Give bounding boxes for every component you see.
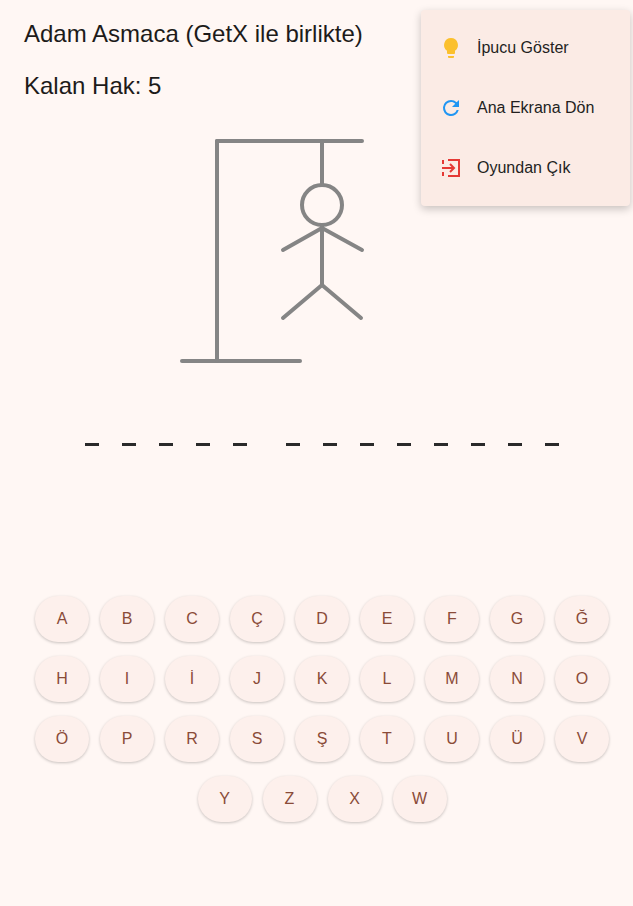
letter-key[interactable]: Y [198,776,252,822]
letter-key[interactable]: V [555,716,609,762]
letter-key[interactable]: S [230,716,284,762]
gallows-beam [217,139,362,143]
letter-key[interactable]: Ü [490,716,544,762]
keyboard-row: HIİJKLMNO [11,656,633,702]
slot-dash [323,443,337,446]
word-group [278,424,566,446]
letter-slot [500,424,529,446]
gallows-base [182,359,300,363]
letter-key[interactable]: G [490,596,544,642]
hangman-right-leg [322,285,361,318]
slot-dash [196,443,210,446]
letter-slot [389,424,418,446]
popup-menu: İpucu Göster Ana Ekrana Dön Oyundan Çık [421,10,630,206]
refresh-icon [439,96,463,120]
letter-slot [315,424,344,446]
menu-label: Oyundan Çık [477,159,570,177]
letter-key[interactable]: A [35,596,89,642]
word-display [0,424,633,446]
letter-key[interactable]: U [425,716,479,762]
letter-key[interactable]: N [490,656,544,702]
exit-icon [439,156,463,180]
slot-dash [159,443,173,446]
letter-key[interactable]: O [555,656,609,702]
letter-slot [151,424,180,446]
letter-key[interactable]: Ö [35,716,89,762]
hangman-left-leg [283,285,322,318]
letter-key[interactable]: Ş [295,716,349,762]
letter-slot [77,424,106,446]
letter-slot [225,424,254,446]
menu-label: Ana Ekrana Dön [477,99,594,117]
menu-item[interactable]: Oyundan Çık [421,138,630,198]
slot-dash [508,443,522,446]
letter-key[interactable]: D [295,596,349,642]
letter-key[interactable]: R [165,716,219,762]
slot-dash [85,443,99,446]
letter-slot [188,424,217,446]
letter-slot [278,424,307,446]
letter-key[interactable]: J [230,656,284,702]
letter-key[interactable]: Ç [230,596,284,642]
letter-key[interactable]: E [360,596,414,642]
letter-key[interactable]: M [425,656,479,702]
slot-dash [122,443,136,446]
game-screen: Adam Asmaca (GetX ile birlikte)Kalan Hak… [0,0,633,906]
letter-slot [537,424,566,446]
keyboard-row: ÖPRSŞTUÜV [11,716,633,762]
menu-label: İpucu Göster [477,39,569,57]
letter-key[interactable]: C [165,596,219,642]
slot-dash [360,443,374,446]
hangman-right-arm [322,228,362,250]
gallows-pole [215,141,219,361]
lightbulb-icon [439,36,463,60]
slot-dash [471,443,485,446]
letter-slot [426,424,455,446]
letter-key[interactable]: B [100,596,154,642]
hangman-drawing [176,132,376,372]
letter-key[interactable]: H [35,656,89,702]
keyboard-row: YZXW [11,776,633,822]
slot-dash [545,443,559,446]
hangman-head [302,185,342,225]
letter-key[interactable]: Z [263,776,317,822]
slot-dash [397,443,411,446]
letter-key[interactable]: K [295,656,349,702]
word-group [77,424,254,446]
menu-item[interactable]: İpucu Göster [421,18,630,78]
letter-slot [114,424,143,446]
letter-keyboard: ABCÇDEFGĞ HIİJKLMNO ÖPRSŞTUÜV YZXW [0,596,633,822]
letter-key[interactable]: F [425,596,479,642]
letter-key[interactable]: X [328,776,382,822]
letter-key[interactable]: I [100,656,154,702]
letter-key[interactable]: Ğ [555,596,609,642]
slot-dash [286,443,300,446]
hangman-left-arm [283,228,322,250]
letter-key[interactable]: W [393,776,447,822]
letter-key[interactable]: İ [165,656,219,702]
letter-slot [463,424,492,446]
hangman-body [320,226,324,285]
letter-key[interactable]: L [360,656,414,702]
slot-dash [434,443,448,446]
keyboard-row: ABCÇDEFGĞ [11,596,633,642]
menu-item[interactable]: Ana Ekrana Dön [421,78,630,138]
letter-slot [352,424,381,446]
letter-key[interactable]: T [360,716,414,762]
gallows-rope [320,141,324,185]
slot-dash [233,443,247,446]
letter-key[interactable]: P [100,716,154,762]
